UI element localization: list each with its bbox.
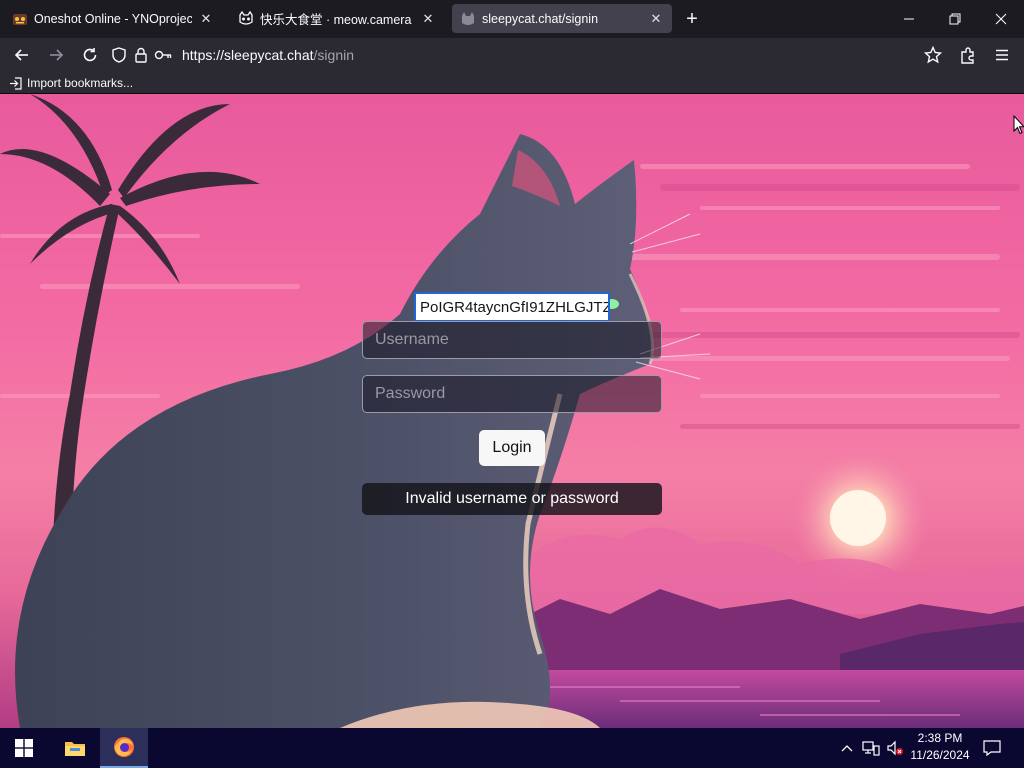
restore-icon[interactable] bbox=[932, 0, 978, 38]
windows-logo-icon bbox=[15, 739, 33, 757]
username-input[interactable] bbox=[362, 321, 662, 359]
login-button[interactable]: Login bbox=[479, 430, 545, 466]
folder-icon bbox=[65, 742, 85, 756]
import-bookmarks-link[interactable]: Import bookmarks... bbox=[8, 74, 133, 92]
signin-form: PoIGR4taycnGfI91ZHLGJTZ Login Invalid us… bbox=[0, 94, 1024, 728]
autofill-text-after: ZHLGJTZ bbox=[545, 298, 610, 316]
ynoproject-icon bbox=[12, 11, 28, 27]
close-tab-icon[interactable]: ✕ bbox=[648, 11, 664, 27]
lock-icon[interactable] bbox=[130, 44, 152, 66]
close-tab-icon[interactable]: ✕ bbox=[198, 11, 214, 27]
chevron-up-icon[interactable] bbox=[838, 728, 856, 768]
url-path: /signin bbox=[313, 47, 354, 63]
shield-icon[interactable] bbox=[108, 44, 130, 66]
tab-title: Oneshot Online - YNOproject bbox=[34, 11, 192, 26]
error-message: Invalid username or password bbox=[362, 483, 662, 515]
reload-icon[interactable] bbox=[77, 42, 103, 68]
windows-taskbar: 2:38 PM 11/26/2024 bbox=[0, 728, 1024, 768]
key-icon[interactable] bbox=[152, 44, 174, 66]
clock-time: 2:38 PM bbox=[917, 731, 963, 745]
url-text[interactable]: https://sleepycat.chat/signin bbox=[182, 47, 354, 63]
network-icon[interactable] bbox=[860, 728, 882, 768]
system-clock[interactable]: 2:38 PM 11/26/2024 bbox=[904, 730, 976, 766]
import-icon bbox=[8, 76, 22, 90]
firefox-icon bbox=[114, 737, 134, 757]
bookmark-star-icon[interactable] bbox=[920, 42, 946, 68]
tab-meow-camera[interactable]: 快乐大食堂 · meow.camera ✕ bbox=[230, 4, 444, 33]
minimize-icon[interactable] bbox=[886, 0, 932, 38]
extensions-icon[interactable] bbox=[955, 42, 981, 68]
signin-page: PoIGR4taycnGfI91ZHLGJTZ Login Invalid us… bbox=[0, 94, 1024, 728]
back-arrow-icon[interactable] bbox=[9, 42, 35, 68]
url-host: https://sleepycat.chat bbox=[182, 47, 314, 63]
address-bar[interactable]: https://sleepycat.chat/signin bbox=[108, 41, 916, 69]
tab-oneshot-online[interactable]: Oneshot Online - YNOproject ✕ bbox=[4, 4, 222, 33]
taskbar-file-explorer[interactable] bbox=[54, 728, 96, 768]
autofill-text-overlay[interactable]: PoIGR4taycnGfI91 ZHLGJTZ bbox=[414, 292, 610, 322]
clock-date: 11/26/2024 bbox=[910, 748, 970, 762]
tab-title: sleepycat.chat/signin bbox=[482, 11, 599, 26]
menu-icon[interactable] bbox=[989, 42, 1015, 68]
bookmarks-toolbar: Import bookmarks... bbox=[0, 72, 1024, 94]
notifications-icon[interactable] bbox=[978, 728, 1006, 768]
close-tab-icon[interactable]: ✕ bbox=[420, 11, 436, 27]
import-bookmarks-label: Import bookmarks... bbox=[27, 76, 134, 90]
cat-outline-icon bbox=[238, 10, 254, 27]
tab-strip: Oneshot Online - YNOproject ✕ 快乐大食堂 · me… bbox=[0, 0, 1024, 38]
mouse-pointer-icon bbox=[1013, 115, 1024, 135]
tab-title: 快乐大食堂 · meow.camera bbox=[260, 13, 412, 27]
taskbar-firefox[interactable] bbox=[100, 728, 148, 768]
autofill-text-before: PoIGR4taycnGfI91 bbox=[420, 298, 546, 316]
navigation-toolbar: https://sleepycat.chat/signin bbox=[0, 38, 1024, 72]
volume-muted-icon[interactable] bbox=[884, 728, 906, 768]
forward-arrow-icon[interactable] bbox=[43, 42, 69, 68]
new-tab-button[interactable]: + bbox=[680, 7, 704, 31]
cat-favicon-icon bbox=[460, 11, 476, 27]
tab-sleepycat-signin[interactable]: sleepycat.chat/signin ✕ bbox=[452, 4, 672, 33]
password-input[interactable] bbox=[362, 375, 662, 413]
close-window-icon[interactable] bbox=[978, 0, 1024, 38]
start-button[interactable] bbox=[0, 728, 48, 768]
